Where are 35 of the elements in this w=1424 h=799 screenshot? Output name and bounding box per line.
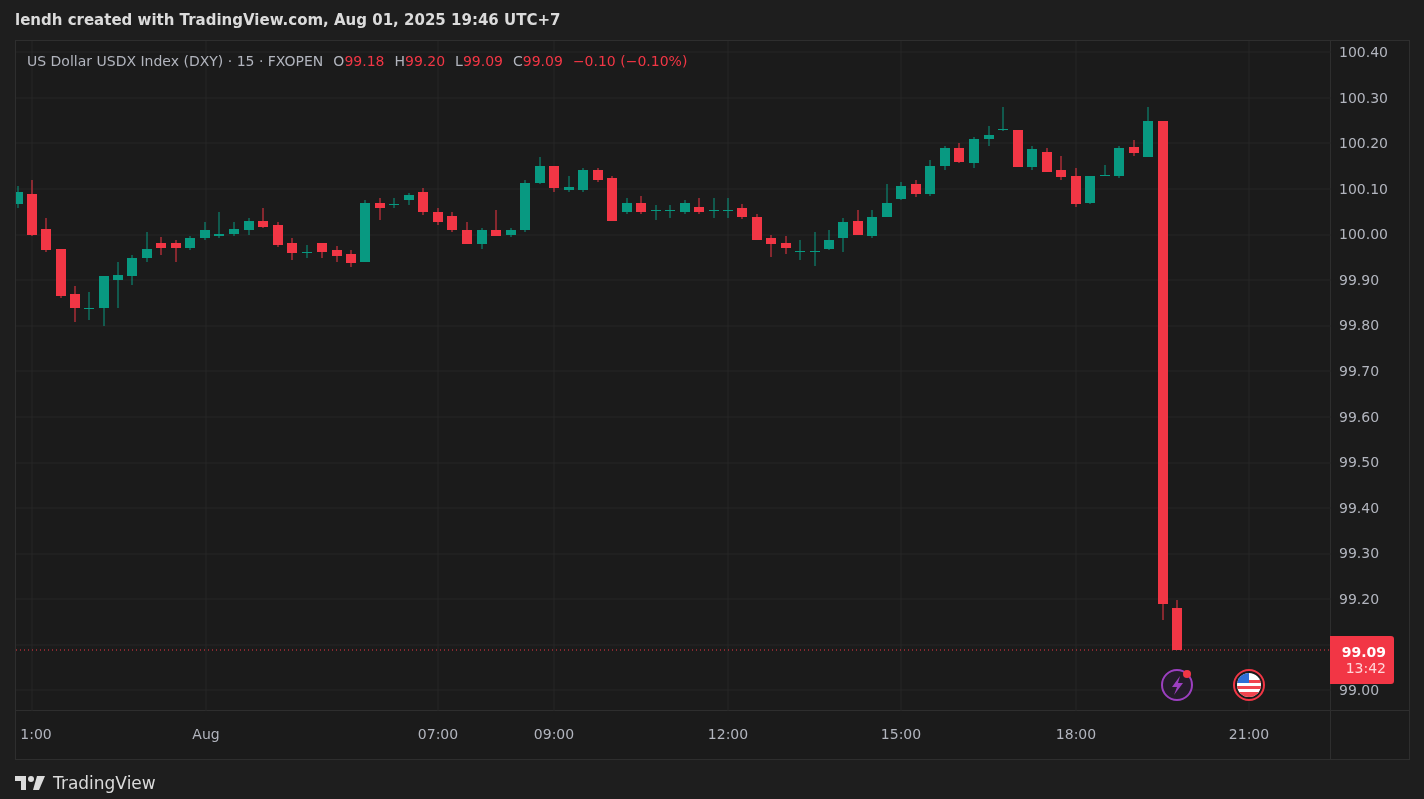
time-label: 1:00 — [20, 726, 52, 742]
price-label: 100.20 — [1339, 135, 1388, 152]
price-label: 100.40 — [1339, 44, 1388, 60]
time-label: 15:00 — [880, 726, 922, 742]
symbol-label: US Dollar USDX Index (DXY) · 15 · FXOPEN — [27, 53, 324, 69]
ohlc-value: O99.18 — [333, 53, 385, 69]
current-price: 99.09 — [1341, 644, 1386, 660]
price-label: 99.50 — [1339, 454, 1380, 471]
ohlc-value: L99.09 — [455, 53, 503, 69]
time-label: Aug — [192, 726, 220, 742]
ohlc-value: H99.20 — [394, 53, 446, 69]
price-change: −0.10 (−0.10%) — [572, 53, 688, 69]
time-label: 07:00 — [417, 726, 459, 742]
time-label: 21:00 — [1228, 726, 1270, 742]
price-label: 100.30 — [1339, 89, 1388, 106]
flag-icon[interactable] — [1233, 669, 1265, 701]
price-label: 99.30 — [1339, 545, 1380, 562]
price-label: 99.70 — [1339, 363, 1380, 379]
time-label: 12:00 — [707, 726, 749, 742]
price-label: 100.10 — [1339, 180, 1388, 197]
lightning-icon[interactable] — [1161, 669, 1193, 701]
time-label: 18:00 — [1055, 726, 1097, 742]
price-label: 99.60 — [1339, 408, 1380, 425]
price-label: 99.90 — [1339, 271, 1380, 288]
price-label: 99.40 — [1339, 499, 1380, 516]
chart-title: lendh created with TradingView.com, Aug 01, 2025 19:46 UTC+7 — [15, 11, 561, 29]
price-label: 100.00 — [1339, 226, 1388, 243]
bar-countdown: 13:42 — [1345, 660, 1386, 676]
logo-icon — [15, 776, 45, 790]
ohlc-value: C99.09 — [513, 53, 563, 69]
price-label: 99.00 — [1339, 682, 1380, 698]
price-label: 99.80 — [1339, 317, 1380, 334]
price-label: 99.20 — [1339, 590, 1380, 607]
time-label: 09:00 — [533, 726, 575, 742]
brand-name: TradingView — [53, 773, 156, 793]
